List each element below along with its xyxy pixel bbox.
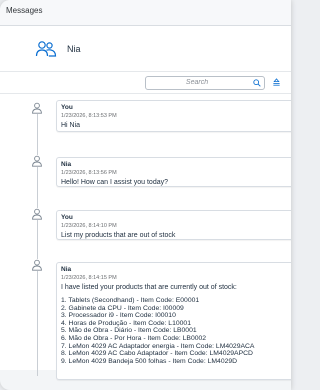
message-timestamp: 1/23/2026, 8:14:10 PM [61,223,117,229]
message-author: Nia [61,266,72,273]
message-text: I have listed your products that are cur… [61,284,237,291]
list-item: 7. LeMon 4029 AC Adaptador energia - Ite… [61,342,255,350]
message-bubble: You 1/23/2026, 8:13:53 PM Hi Nia [56,100,291,132]
list-item: 3. Processador i9 - Item Code: I00010 [61,312,176,320]
message-text: List my products that are out of stock [61,232,176,239]
message-text: Hi Nia [61,122,81,129]
list-item: 4. Horas de Produção - Item Code: L10001 [61,319,191,327]
list-item: 9. LeMon 4029 Bandeja 500 folhas - Item … [61,357,238,365]
timeline-line [37,106,38,376]
message-thread: You 1/23/2026, 8:13:53 PM Hi Nia Nia 1/2… [0,94,291,380]
toolbar [0,72,291,94]
participant-header: Nia [0,26,291,72]
message-timestamp: 1/23/2026, 8:13:56 PM [61,170,117,176]
person-icon [31,259,43,271]
list-item: 6. Mão de Obra - Por Hora - Item Code: L… [61,334,207,342]
search-input[interactable] [152,79,242,86]
participant-name: Nia [67,43,81,54]
messages-panel: Messages Nia Search You 1/23/2026, 8:13:… [0,0,291,390]
search-field[interactable] [145,75,265,90]
list-item: 8. LeMon 4029 AC Cabo Adaptador - Item C… [61,350,253,358]
message-author: You [61,104,73,111]
search-icon[interactable] [253,78,261,87]
message-timestamp: 1/23/2026, 8:13:53 PM [61,113,117,119]
window-title: Messages [0,0,291,26]
message-author: You [61,214,73,221]
message-bubble: You 1/23/2026, 8:14:10 PM List my produc… [56,210,291,240]
list-item: 5. Mão de Obra - Diário - Item Code: LB0… [61,327,197,335]
list-item: 2. Gabinete da CPU - Item Code: I00009 [61,304,184,312]
list-item: 1. Tablets (Secondhand) - Item Code: E00… [61,297,200,304]
message-bubble: Nia 1/23/2026, 8:14:15 PM I have listed … [56,262,291,380]
message-bubble: Nia 1/23/2026, 8:13:56 PM Hello! How can… [56,157,291,187]
out-of-stock-list: 1. Tablets (Secondhand) - Item Code: E00… [61,297,291,365]
sort-icon[interactable] [272,78,281,87]
message-author: Nia [61,161,72,168]
person-icon [31,155,43,167]
message-timestamp: 1/23/2026, 8:14:15 PM [61,275,117,281]
person-icon [31,208,43,220]
message-text: Hello! How can I assist you today? [61,179,168,186]
people-group-icon [35,40,57,57]
person-icon [31,102,43,114]
